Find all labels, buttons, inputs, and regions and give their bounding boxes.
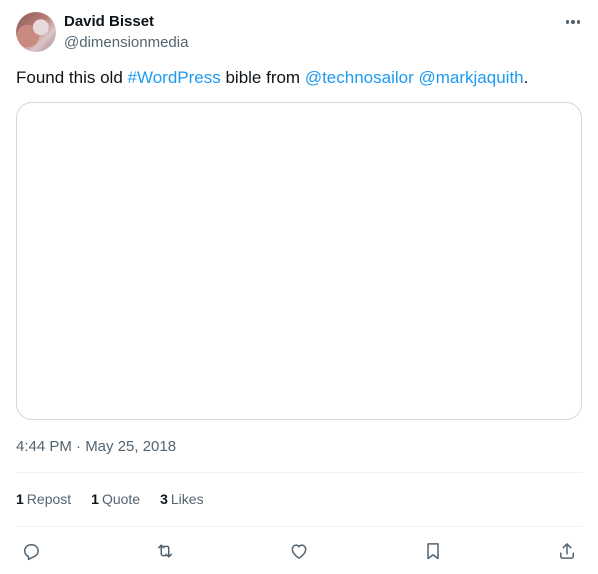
tweet-text: Found this old #WordPress bible from @te… (16, 68, 528, 88)
tweet-text-prefix: Found this old (16, 68, 128, 87)
mention-link-technosailor[interactable]: @technosailor (305, 68, 414, 87)
tweet-text-middle: bible from (220, 68, 305, 87)
quotes-stat[interactable]: 1 Quote (91, 491, 140, 507)
action-bar (0, 539, 598, 563)
reposts-stat[interactable]: 1 Repost (16, 491, 71, 507)
reply-icon[interactable] (19, 539, 43, 563)
avatar[interactable] (16, 12, 56, 52)
quotes-count: 1 (91, 491, 99, 507)
timestamp[interactable]: 4:44 PM · May 25, 2018 (16, 438, 176, 455)
bookmark-icon[interactable] (421, 539, 445, 563)
divider (16, 472, 582, 473)
repost-icon[interactable] (153, 539, 177, 563)
hashtag-link[interactable]: #WordPress (128, 68, 221, 87)
mention-link-markjaquith[interactable]: @markjaquith (419, 68, 524, 87)
more-icon[interactable] (562, 12, 584, 32)
tweet-text-suffix: . (523, 68, 529, 87)
divider (16, 526, 582, 527)
share-icon[interactable] (555, 539, 579, 563)
engagement-stats: 1 Repost 1 Quote 3 Likes (16, 491, 224, 507)
likes-count: 3 (160, 491, 168, 507)
media-container[interactable] (16, 102, 582, 420)
author-name[interactable]: David Bisset (64, 13, 154, 30)
quotes-label: Quote (101, 491, 141, 507)
likes-label: Likes (170, 491, 204, 507)
author-handle[interactable]: @dimensionmedia (64, 34, 188, 51)
likes-stat[interactable]: 3 Likes (160, 491, 203, 507)
reposts-label: Repost (26, 491, 72, 507)
reposts-count: 1 (16, 491, 24, 507)
heart-icon[interactable] (287, 539, 311, 563)
